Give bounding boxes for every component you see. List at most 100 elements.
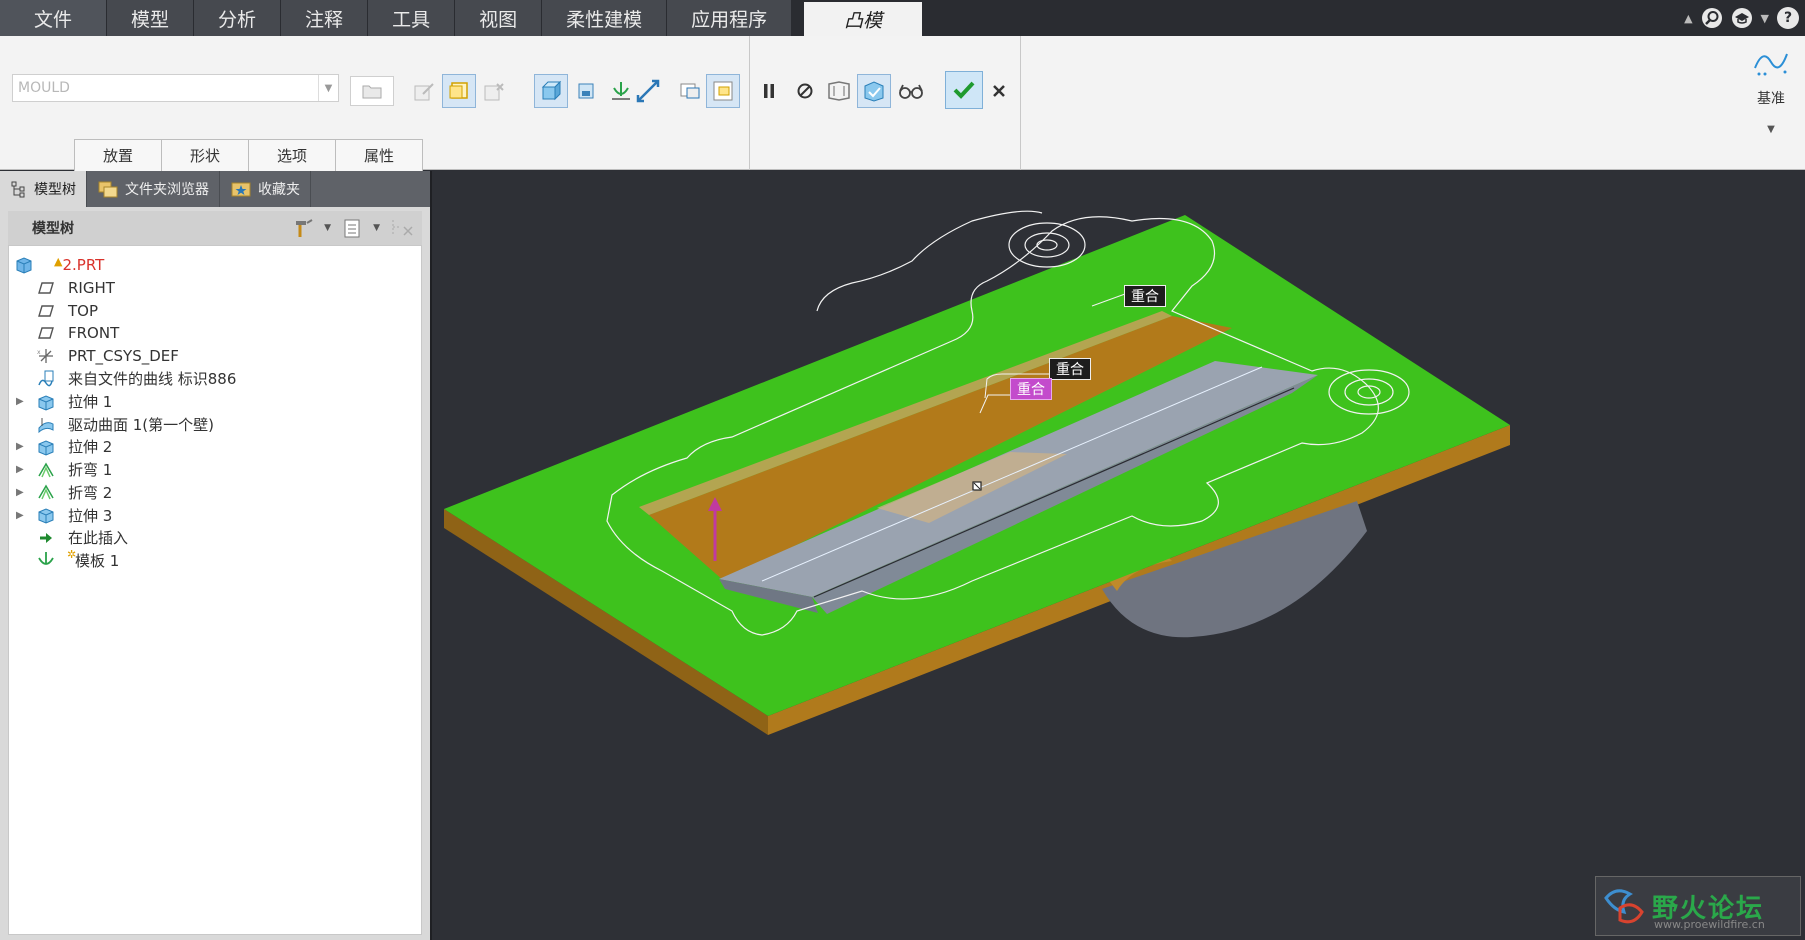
checkmark-icon	[953, 81, 975, 99]
open-folder-button[interactable]	[350, 76, 394, 106]
tree-item-label: 驱动曲面 1(第一个壁)	[68, 415, 215, 434]
tree-item-label: 在此插入	[68, 529, 129, 548]
extrude-icon	[35, 504, 57, 526]
csys-icon: x	[35, 345, 57, 367]
datum-curve-icon	[1754, 53, 1788, 76]
menu-tab-applications[interactable]: 应用程序	[667, 0, 793, 36]
model-tree-header: 模型树 ▼ ▼	[8, 211, 422, 245]
punch-name-combo[interactable]: MOULD ▼	[12, 74, 339, 102]
tab-placement[interactable]: 放置	[74, 139, 162, 171]
chevron-down-icon[interactable]: ▼	[1761, 12, 1769, 25]
expand-arrow-icon[interactable]: ▶	[16, 441, 26, 452]
datum-group[interactable]: 基准 ▼	[1747, 44, 1795, 135]
dashboard-tabs: 放置 形状 选项 属性	[74, 139, 423, 171]
tree-settings-icon[interactable]	[292, 217, 314, 239]
preview-frame-button[interactable]	[706, 74, 740, 108]
tree-root-label: 2.PRT	[62, 256, 105, 274]
pause-button[interactable]	[752, 74, 786, 108]
square-icon	[449, 82, 468, 99]
remove-icon	[484, 83, 504, 101]
expand-arrow-icon[interactable]: ▶	[16, 396, 26, 407]
tab-favorites[interactable]: 收藏夹	[220, 171, 311, 207]
menubar-tools: ▲ ▼ ?	[1684, 0, 1799, 36]
bend-icon	[35, 481, 57, 503]
chevron-down-icon[interactable]: ▼	[324, 223, 331, 233]
coordinate-button[interactable]	[673, 74, 707, 108]
flip-direction-button[interactable]	[631, 74, 665, 108]
chevron-down-icon[interactable]: ▼	[318, 75, 338, 101]
tab-model-tree[interactable]: 模型树	[0, 171, 87, 207]
add-punch-button[interactable]	[442, 74, 476, 108]
remove-punch-button[interactable]	[477, 74, 511, 108]
show-icon[interactable]	[341, 217, 363, 239]
watermark-logo	[1604, 889, 1644, 924]
menu-tab-view[interactable]: 视图	[455, 0, 543, 36]
expand-arrow-icon[interactable]: ▶	[16, 464, 26, 475]
punch-side-button[interactable]	[534, 74, 568, 108]
help-icon[interactable]: ?	[1777, 7, 1799, 29]
menu-tab-file[interactable]: 文件	[0, 0, 108, 36]
favorites-icon	[231, 182, 251, 197]
chevron-down-icon[interactable]: ▼	[1747, 124, 1795, 135]
close-icon	[993, 85, 1005, 97]
no-preview-button[interactable]	[788, 74, 822, 108]
geometry-preview-button[interactable]	[822, 74, 856, 108]
pause-icon	[764, 84, 774, 98]
edit-punch-button[interactable]	[407, 74, 441, 108]
menu-tab-flexible-modeling[interactable]: 柔性建模	[542, 0, 668, 36]
menu-tab-annotate[interactable]: 注释	[281, 0, 369, 36]
cube-icon	[541, 80, 562, 101]
model-tree-icon	[11, 181, 25, 198]
menu-tab-analysis[interactable]: 分析	[194, 0, 282, 36]
tab-model-tree-label: 模型树	[34, 182, 76, 198]
tab-shape[interactable]: 形状	[161, 139, 249, 171]
chevron-down-icon[interactable]: ▼	[373, 223, 380, 233]
datum-plane-icon	[35, 322, 57, 344]
glasses-icon	[899, 84, 923, 99]
menu-bar: 文件 模型 分析 注释 工具 视图 柔性建模 应用程序 凸模 ▲ ▼ ?	[0, 0, 1805, 36]
constraint-callout-coincident-3[interactable]: 重合	[1010, 378, 1052, 400]
tab-properties[interactable]: 属性	[335, 139, 423, 171]
learning-connector-icon[interactable]	[1731, 7, 1753, 29]
datum-plane-icon	[35, 277, 57, 299]
tree-item[interactable]: 模板 1 ✲	[9, 547, 421, 573]
tree-item-label: 折弯 2	[68, 483, 113, 502]
tree-item-label: RIGHT	[68, 279, 115, 297]
collapse-ribbon-icon[interactable]: ▲	[1684, 12, 1692, 25]
ok-button[interactable]	[945, 71, 983, 109]
svg-text:x: x	[37, 349, 41, 356]
punch-position-button[interactable]	[569, 74, 603, 108]
folder-icon	[362, 85, 382, 99]
window-icon	[680, 83, 700, 99]
boss-circle-inner	[1036, 239, 1058, 251]
warning-icon: ▲	[54, 255, 63, 268]
datum-plane-icon	[35, 300, 57, 322]
menu-tab-punch[interactable]: 凸模	[804, 2, 924, 36]
geometry-preview-icon	[828, 81, 850, 101]
navigator-panel: 模型树 文件夹浏览器 收藏夹 模型树 ▼ ▼ ▲2.PRT RIGHT TOP …	[0, 171, 430, 940]
expand-arrow-icon[interactable]: ▶	[16, 510, 26, 521]
graphics-viewport[interactable]: 重合 重合 重合 野火论坛 www.proewildfire.cn	[430, 171, 1805, 940]
verify-preview-button[interactable]	[857, 74, 891, 108]
forum-watermark: 野火论坛 www.proewildfire.cn	[1595, 876, 1801, 936]
constraint-callout-coincident-2[interactable]: 重合	[1049, 358, 1091, 380]
constraint-callout-coincident-1[interactable]: 重合	[1124, 285, 1166, 307]
watermark-url: www.proewildfire.cn	[1654, 918, 1765, 931]
glasses-preview-button[interactable]	[894, 74, 928, 108]
punch-model[interactable]	[432, 171, 1805, 940]
tab-folder-browser[interactable]: 文件夹浏览器	[87, 171, 220, 207]
filter-icon[interactable]	[390, 217, 416, 239]
surface-icon	[35, 413, 57, 435]
cancel-button[interactable]	[982, 74, 1016, 108]
edit-icon	[414, 83, 434, 101]
menu-tab-model[interactable]: 模型	[107, 0, 195, 36]
search-icon[interactable]	[1701, 7, 1723, 29]
expand-arrow-icon[interactable]: ▶	[16, 487, 26, 498]
tree-item-label: TOP	[68, 301, 99, 320]
tree-item-label: 折弯 1	[68, 461, 113, 480]
menu-tab-tools[interactable]: 工具	[368, 0, 456, 36]
frame-icon	[713, 81, 733, 101]
tab-options[interactable]: 选项	[248, 139, 336, 171]
insert-arrow-icon	[35, 527, 57, 549]
ribbon-punch: MOULD ▼ 基准 ▼ 放置 形状 选项 属性	[0, 36, 1805, 171]
